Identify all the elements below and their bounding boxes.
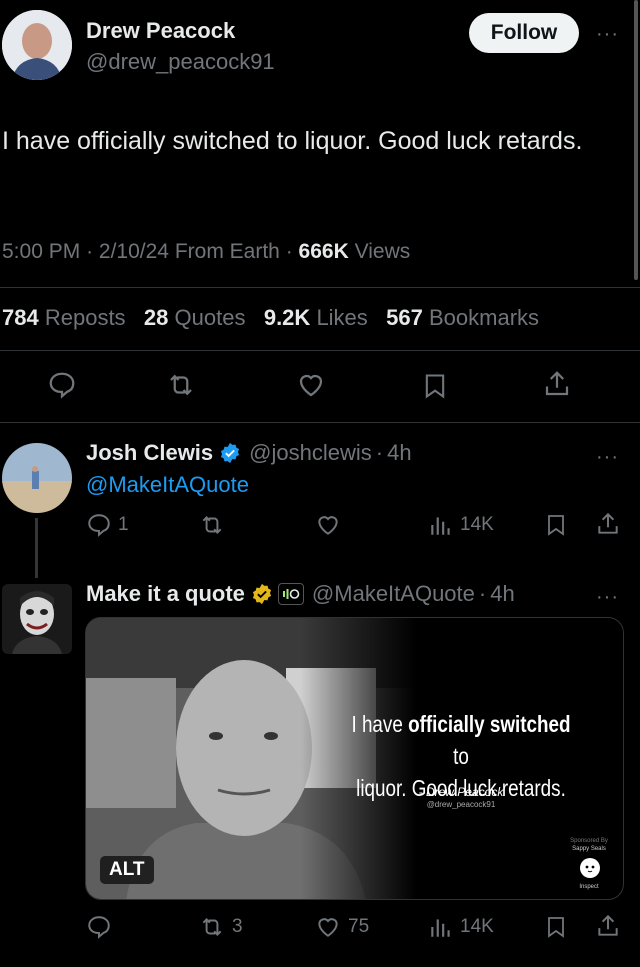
reply2-like-button[interactable]: 75	[314, 914, 369, 940]
bookmarks-label: Bookmarks	[429, 305, 540, 330]
reposts-stat[interactable]: 784 Reposts	[2, 305, 132, 330]
repost-button[interactable]	[165, 370, 197, 400]
reply1-share-button[interactable]	[595, 510, 621, 538]
reply2-bookmark-button[interactable]	[544, 913, 568, 941]
reply1-reply-count: 1	[118, 514, 129, 535]
author-avatar[interactable]	[2, 10, 72, 80]
inspect-label: Inspect	[564, 884, 614, 890]
reply1-mention[interactable]: @MakeItAQuote	[86, 472, 249, 498]
reply1-views-button[interactable]: 14K	[428, 512, 494, 538]
heart-icon	[318, 516, 338, 535]
quotes-label: Quotes	[174, 305, 246, 330]
reply2-avatar[interactable]	[2, 584, 72, 654]
views-icon	[431, 517, 450, 535]
reply1-like-button[interactable]	[314, 512, 342, 538]
bookmark-icon	[548, 917, 564, 938]
verified-badge-icon	[221, 442, 240, 464]
reply2-name[interactable]: Make it a quote	[86, 581, 245, 607]
reply2-time: 4h	[490, 581, 515, 606]
bookmark-button[interactable]	[421, 370, 449, 402]
reply1-more-button[interactable]: ···	[596, 446, 619, 469]
reply2-reply-button[interactable]	[86, 914, 112, 940]
author-name[interactable]: Drew Peacock	[86, 18, 235, 44]
reply-icon	[88, 514, 110, 537]
heart-icon	[299, 374, 323, 397]
reply2-views-count: 14K	[460, 916, 494, 937]
share-icon	[545, 371, 569, 396]
reply2-views-button[interactable]: 14K	[428, 914, 494, 940]
repost-icon	[202, 516, 222, 534]
scrollbar-thumb[interactable]	[634, 0, 638, 280]
more-options-button[interactable]: ···	[596, 23, 619, 46]
repost-icon	[170, 374, 192, 396]
reply1-bookmark-button[interactable]	[544, 511, 568, 539]
repost-icon	[202, 918, 222, 936]
likes-stat[interactable]: 9.2K Likes	[264, 305, 374, 330]
bookmarks-stat[interactable]: 567 Bookmarks	[386, 305, 539, 330]
reposts-count: 784	[2, 305, 39, 330]
quotes-count: 28	[143, 305, 169, 330]
reply1-avatar[interactable]	[2, 443, 72, 513]
reply1-views-count: 14K	[460, 514, 494, 535]
post-source: From Earth	[174, 240, 280, 263]
alt-badge[interactable]: ALT	[100, 856, 154, 884]
sponsor-name: Sappy Seals	[572, 846, 606, 852]
reply1-handle[interactable]: @joshclewis	[249, 440, 372, 466]
author-handle[interactable]: @drew_peacock91	[86, 49, 275, 75]
post-time: 5:00 PM	[2, 240, 81, 263]
views-label: Views	[354, 240, 411, 263]
post-text: I have officially switched to liquor. Go…	[2, 127, 583, 155]
reply-icon	[88, 916, 110, 939]
bookmarks-count: 567	[386, 305, 423, 330]
post-date: 2/10/24	[98, 240, 169, 263]
divider	[0, 422, 640, 423]
seal-logo-icon	[580, 858, 600, 878]
likes-label: Likes	[316, 305, 368, 330]
reposts-label: Reposts	[44, 305, 126, 330]
affiliate-logo-icon	[277, 583, 304, 605]
bookmark-icon	[425, 374, 445, 399]
like-button[interactable]	[295, 370, 327, 400]
reply2-media[interactable]: I have officially switched to liquor. Go…	[85, 617, 624, 900]
inspect-text: Inspect	[579, 884, 599, 890]
divider	[0, 287, 640, 288]
quote-attribution-handle: @drew_peacock91	[426, 800, 496, 809]
reply-icon	[49, 372, 75, 399]
reply2-share-button[interactable]	[595, 912, 621, 940]
reply1-repost-button[interactable]	[198, 512, 226, 538]
share-icon	[598, 914, 618, 936]
reply2-header: Make it a quote @MakeItAQuote · 4h	[86, 581, 515, 607]
reply1-name[interactable]: Josh Clewis	[86, 440, 213, 466]
heart-icon	[318, 918, 338, 937]
thread-line	[35, 518, 38, 578]
share-icon	[598, 512, 618, 534]
reply1-time: 4h	[387, 440, 412, 465]
reply2-like-count: 75	[348, 916, 370, 937]
reply1-header: Josh Clewis @joshclewis · 4h	[86, 440, 412, 466]
reply-button[interactable]	[47, 370, 77, 400]
verified-gold-badge-icon	[252, 583, 271, 605]
post-stats: 784 Reposts 28 Quotes 9.2K Likes 567 Boo…	[2, 305, 539, 331]
views-icon	[431, 919, 450, 937]
views-count: 666K	[298, 240, 349, 263]
reply2-more-button[interactable]: ···	[596, 586, 619, 609]
quotes-stat[interactable]: 28 Quotes	[144, 305, 252, 330]
share-button[interactable]	[542, 368, 572, 400]
reply1-reply-button[interactable]: 1	[86, 512, 129, 538]
divider	[0, 350, 640, 351]
follow-button[interactable]: Follow	[469, 13, 579, 53]
likes-count: 9.2K	[263, 305, 311, 330]
reply2-repost-button[interactable]: 3	[198, 914, 243, 940]
reply2-repost-count: 3	[232, 916, 243, 937]
bookmark-icon	[548, 515, 564, 536]
sponsored-label: Sponsored By	[570, 838, 608, 844]
reply2-handle[interactable]: @MakeItAQuote	[312, 581, 475, 607]
quote-attribution: - Drew Peacock	[418, 785, 504, 799]
post-meta: 5:00 PM · 2/10/24 From Earth · 666K View…	[2, 240, 411, 263]
